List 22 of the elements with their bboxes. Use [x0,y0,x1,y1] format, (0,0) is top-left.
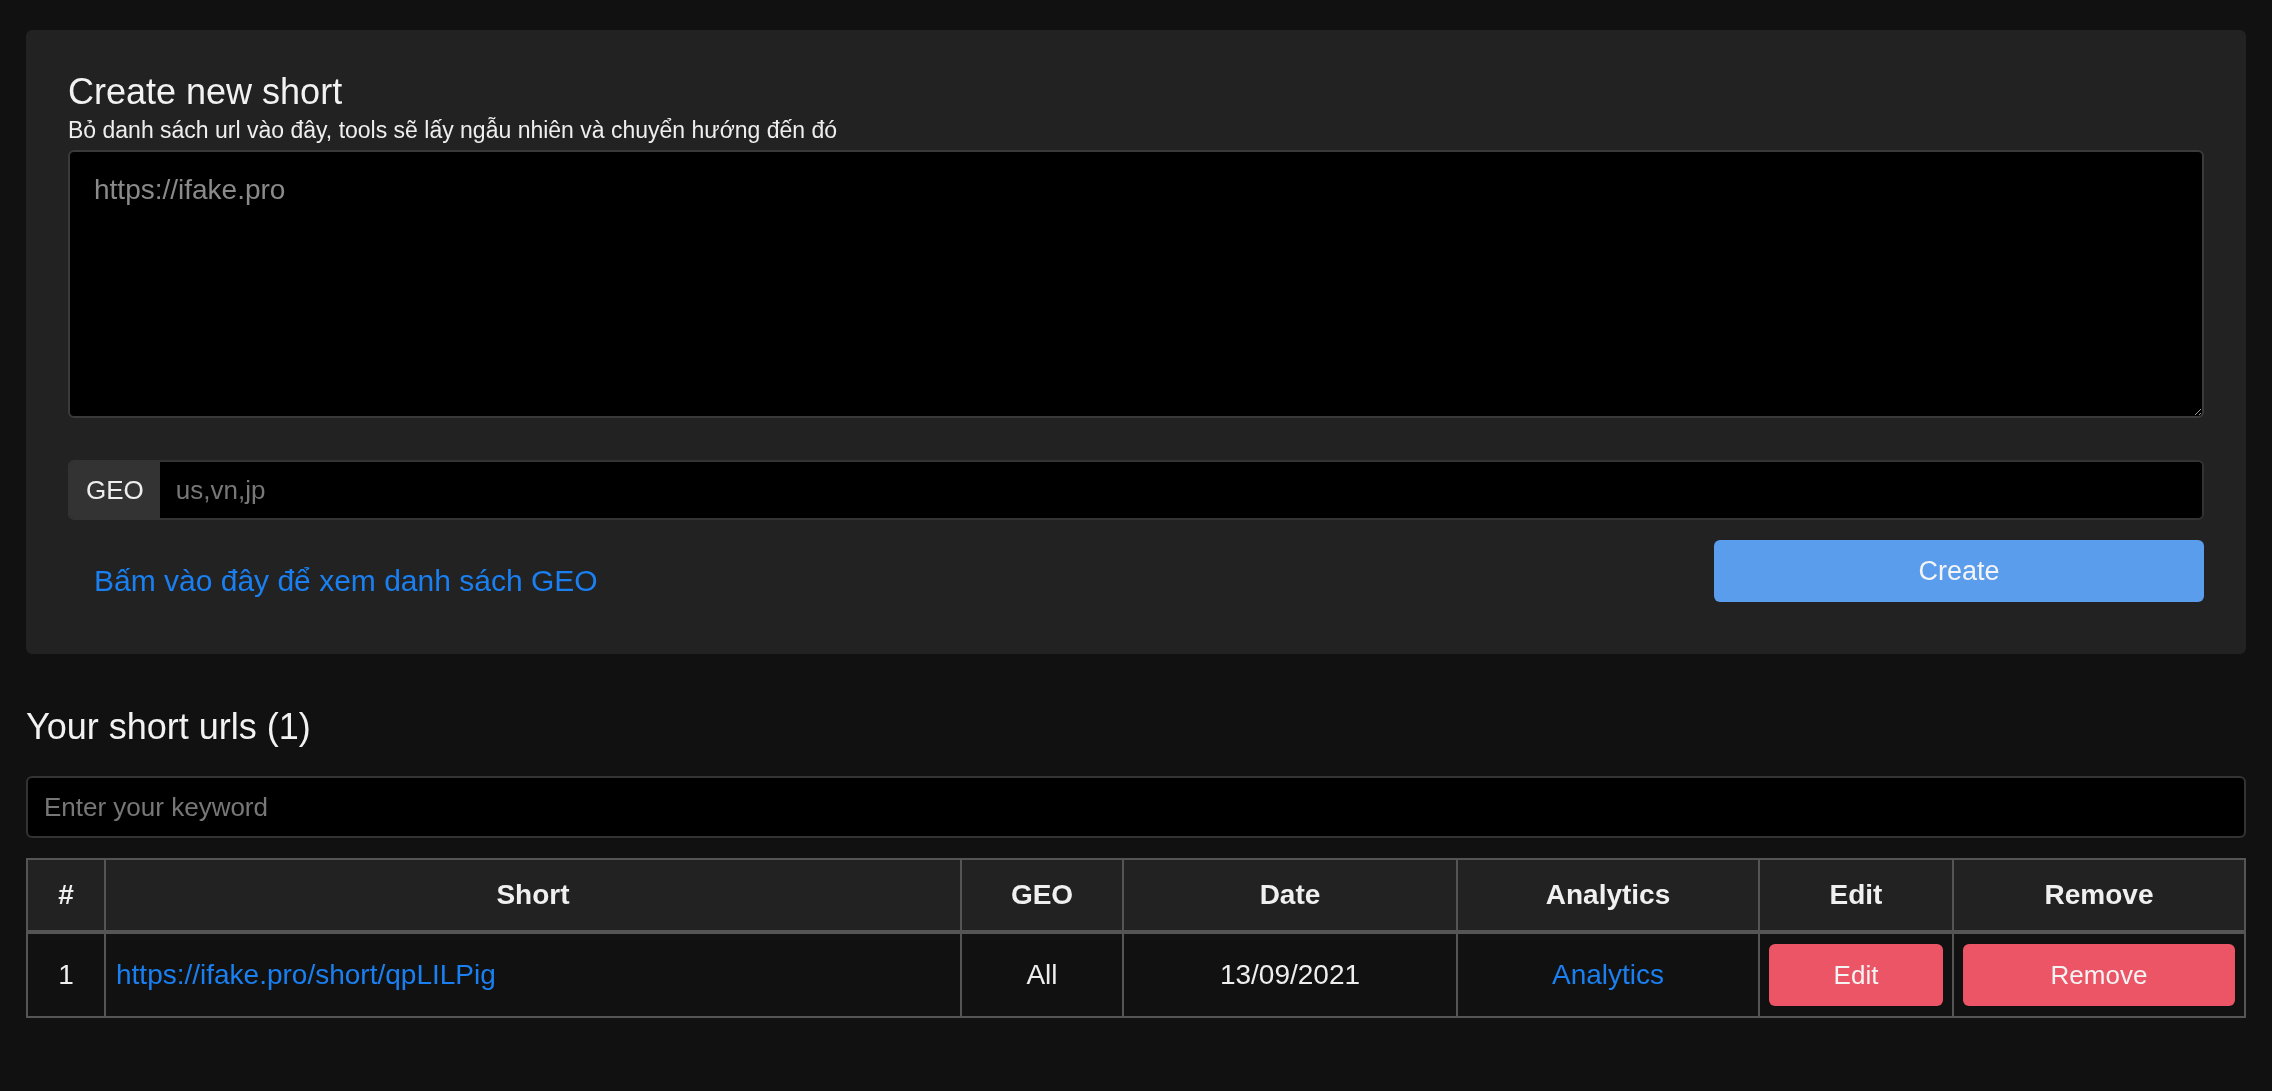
short-url-link[interactable]: https://ifake.pro/short/qpLILPig [116,959,496,991]
remove-button[interactable]: Remove [1963,944,2235,1007]
column-header: Short [105,859,961,933]
column-header: Remove [1953,859,2245,933]
section-title: Your short urls (1) [26,706,311,749]
url-list-field[interactable]: https://ifake.pro [68,150,2204,419]
column-header: Date [1123,859,1457,933]
row-number: 1 [27,932,105,1018]
column-header: Analytics [1457,859,1759,933]
analytics-link[interactable]: Analytics [1551,959,1664,991]
column-header: # [27,859,105,933]
column-header: Edit [1759,859,1953,933]
column-header: GEO [961,859,1123,933]
form-title: Create new short [68,70,344,114]
geo-field[interactable]: GEO us,vn,jp [68,460,2204,521]
search-field[interactable]: Enter your keyword [26,776,2246,839]
form-description: Bỏ danh sách url vào đây, tools sẽ lấy ngẫu nhiên và chuyển hướng đến đó [68,117,839,145]
geo-cell: All [961,932,1123,1018]
geo-list-link[interactable]: Bấm vào đây để xem danh sách GEO [94,564,598,599]
date-cell: 13/09/2021 [1123,932,1457,1018]
edit-button[interactable]: Edit [1769,944,1943,1007]
create-button[interactable]: Create [1714,540,2204,603]
